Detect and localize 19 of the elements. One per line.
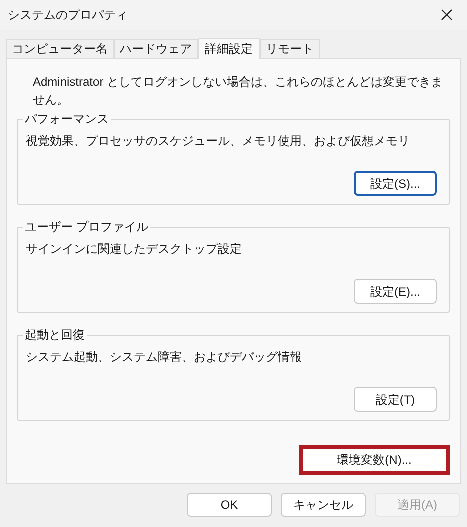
group-title: ユーザー プロファイル (23, 219, 150, 235)
dialog-button[interactable]: OK (187, 493, 272, 517)
settings-button[interactable]: 設定(E)... (354, 279, 437, 304)
settings-button[interactable]: 設定(T) (354, 387, 437, 412)
window-title: システムのプロパティ (8, 7, 128, 24)
dialog-button[interactable]: キャンセル (281, 493, 366, 517)
group-description: 視覚効果、プロセッサのスケジュール、メモリ使用、および仮想メモリ (26, 133, 411, 150)
group-description: サインインに関連したデスクトップ設定 (26, 241, 243, 258)
tab[interactable]: ハードウェア (114, 39, 198, 58)
tab[interactable]: コンピューター名 (6, 39, 114, 58)
group-title: パフォーマンス (23, 111, 111, 127)
close-icon (441, 9, 453, 21)
notice-text: Administrator としてログオンしない場合は、これらのほとんどは変更できません。 (33, 74, 444, 109)
highlighted-button[interactable]: 環境変数(N)... (299, 445, 450, 475)
tab[interactable]: 詳細設定 (198, 38, 260, 59)
settings-button[interactable]: 設定(S)... (354, 171, 437, 196)
group-title: 起動と回復 (23, 327, 87, 343)
group-description: システム起動、システム障害、およびデバッグ情報 (26, 349, 303, 366)
tab[interactable]: リモート (260, 39, 320, 58)
